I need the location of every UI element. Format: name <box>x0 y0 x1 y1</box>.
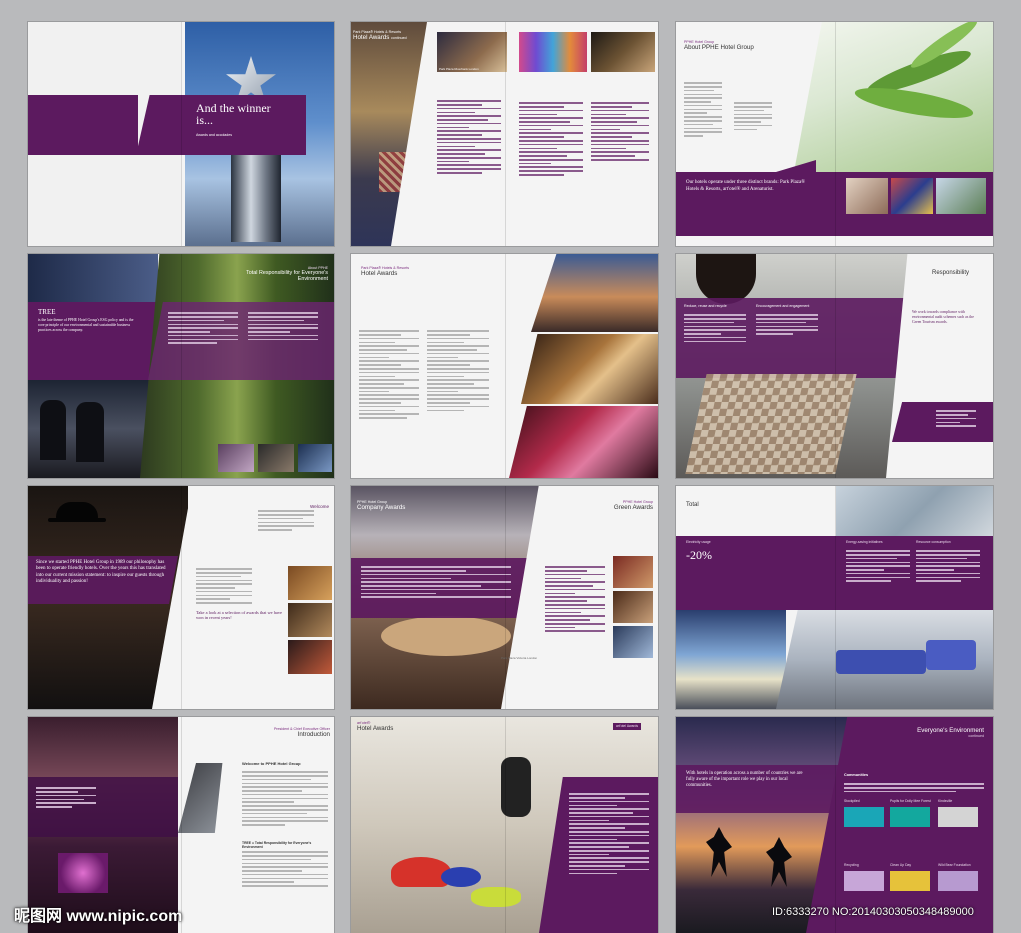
environment-quote: With hotels in operation across a number… <box>686 771 803 788</box>
responsibility-col1: Reduce, reuse and recycle <box>684 304 727 308</box>
box6-swatch <box>938 871 978 891</box>
total-title: Total <box>686 502 699 508</box>
tree-header: About PPHE Total Responsibility for Ever… <box>246 266 328 282</box>
box2-label: Pupils for Dolly Mee Forest <box>890 799 931 803</box>
box3-swatch <box>938 807 978 827</box>
spread-company-green-awards[interactable]: PPHE Hotel Group Company Awards PPHE Hot… <box>351 486 658 709</box>
about-header: PPHE Hotel Group About PPHE Hotel Group <box>684 40 754 51</box>
total-col1: Energy-saving initiatives <box>846 540 883 544</box>
tree-lead-title: TREE <box>38 308 56 316</box>
watermark-right: ID:6333270 NO:20140303050348489000 <box>772 906 974 918</box>
introduction-welcome: Welcome to PPHE Hotel Group <box>242 761 301 766</box>
city-photo <box>531 254 658 332</box>
spread-everyones-environment[interactable]: With hotels in operation across a number… <box>676 717 993 933</box>
colorful-wall-photo <box>519 32 587 72</box>
box1-label: Stockpiled <box>844 799 860 803</box>
environment-right-head: Communities <box>844 773 869 777</box>
cover-subtitle: Awards and accolades <box>196 133 233 137</box>
lounge-photo <box>776 610 993 709</box>
total-label: Electricity usage <box>686 540 711 544</box>
staff-photo <box>28 380 158 478</box>
responsibility-col2: Encouragement and engagement <box>756 304 810 308</box>
brochure-spread-grid: And the winner is... Awards and accolade… <box>0 0 1021 933</box>
awards-caption: Park Plaza Riverbank London <box>439 67 479 71</box>
watermark-left: 昵图网 www.nipic.com <box>14 908 183 925</box>
introduction-section: TREE = Total Responsibility for Everyone… <box>242 841 312 849</box>
sunlight-photo <box>676 610 786 709</box>
introduction-header: President & Chief Executive Officer Intr… <box>273 727 330 738</box>
box5-swatch <box>890 871 930 891</box>
company-awards-caption: Park Plaza Victoria London <box>501 656 538 660</box>
about-quote: Our hotels operate under three distinct … <box>686 180 806 192</box>
artotel-header: art'otel® Hotel Awards <box>357 721 394 732</box>
spread-introduction[interactable]: President & Chief Executive Officer Intr… <box>28 717 334 933</box>
leaf-photo <box>794 22 993 172</box>
box3-label: Kindsville <box>938 799 953 803</box>
environment-header: Everyone's Environment continued <box>917 727 984 738</box>
carpet-photo <box>685 374 857 474</box>
spread-welcome[interactable]: Since we started PPHE Hotel Group in 198… <box>28 486 334 709</box>
green-awards-header: PPHE Hotel Group Green Awards <box>613 500 653 511</box>
box5-label: Clean Up Day <box>890 863 912 867</box>
restaurant-photo <box>521 334 658 404</box>
awards-header: Park Plaza® Hotels & Resorts Hotel Award… <box>353 30 407 41</box>
spread-about-pphe[interactable]: PPHE Hotel Group About PPHE Hotel Group … <box>676 22 993 246</box>
box4-label: Recycling <box>844 863 859 867</box>
tree-lead-text: is the late theme of PPHE Hotel Group's … <box>38 318 134 332</box>
welcome-quote: Since we started PPHE Hotel Group in 198… <box>36 560 166 585</box>
welcome-link[interactable]: Take a look at a selection of awards tha… <box>196 610 288 621</box>
box1-swatch <box>844 807 884 827</box>
total-col2: Resource consumption <box>916 540 951 544</box>
spread-awards-cover[interactable]: And the winner is... Awards and accolade… <box>28 22 334 246</box>
total-value: -20% <box>686 548 712 562</box>
spread-responsibility[interactable]: Responsibility Reduce, reuse and recycle… <box>676 254 993 478</box>
spread-hotel-awards[interactable]: Park Plaza® Hotels & Resorts Hotel Award… <box>351 254 658 478</box>
artotel-tag: art'otel Awards <box>613 723 642 730</box>
responsibility-title: Responsibility <box>932 270 970 276</box>
spread-total[interactable]: Total Electricity usage -20% Energy-savi… <box>676 486 993 709</box>
box6-label: Wild Bear Foundation <box>938 863 971 867</box>
box2-swatch <box>890 807 930 827</box>
hotel-awards-header: Park Plaza® Hotels & Resorts Hotel Award… <box>361 266 409 277</box>
spread-artotel-awards[interactable]: art'otel® Hotel Awards art'otel Awards <box>351 717 658 933</box>
cover-title: And the winner is... <box>196 101 271 127</box>
spread-tree[interactable]: TREE is the late theme of PPHE Hotel Gro… <box>28 254 334 478</box>
box4-swatch <box>844 871 884 891</box>
bar-photo <box>509 406 658 478</box>
spread-hotel-awards-continued[interactable]: Park Plaza® Hotels & Resorts Hotel Award… <box>351 22 658 246</box>
company-awards-header: PPHE Hotel Group Company Awards <box>357 500 406 511</box>
responsibility-quote: We work towards compliance with environm… <box>912 310 974 324</box>
